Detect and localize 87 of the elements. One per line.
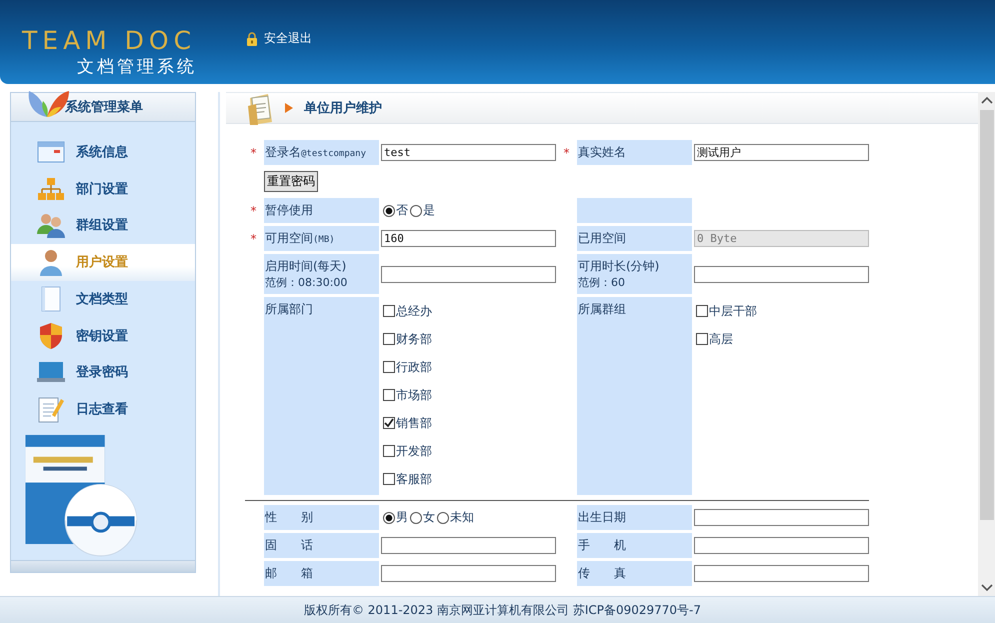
field-label: 手 机 <box>578 537 627 554</box>
menu-item[interactable]: 部门设置 <box>11 170 195 208</box>
field-label: 传 真 <box>578 565 627 582</box>
reset-password-button[interactable]: 重置密码 <box>264 171 318 192</box>
option-label: 未知 <box>450 509 474 526</box>
input-field[interactable] <box>694 565 869 582</box>
logo-text: TEAM DOC <box>22 28 196 54</box>
menu-item[interactable]: 登录密码 <box>11 354 195 391</box>
field-label: 已用空间 <box>578 230 627 247</box>
field-label: 可用空间(MB) <box>265 230 336 247</box>
option-label: 总经办 <box>396 302 432 320</box>
menu-item[interactable]: 密钥设置 <box>11 317 195 354</box>
input-field[interactable] <box>694 266 869 282</box>
field-label: 暂停使用 <box>265 202 314 219</box>
checkbox[interactable] <box>383 417 395 429</box>
scroll-down-icon[interactable] <box>980 584 992 592</box>
radio-button[interactable] <box>383 512 395 524</box>
person-icon <box>38 248 64 276</box>
field-label: 登录名@testcompany <box>265 144 368 161</box>
checkbox[interactable] <box>383 305 395 317</box>
checkbox[interactable] <box>383 361 395 373</box>
radio-button[interactable] <box>410 204 422 216</box>
checkbox[interactable] <box>383 389 395 401</box>
people-icon <box>36 212 66 238</box>
option-label: 销售部 <box>396 414 432 432</box>
option-label: 中层干部 <box>709 302 757 320</box>
input-field[interactable] <box>381 565 556 582</box>
menu-item[interactable]: 日志查看 <box>11 390 195 428</box>
triangle-icon <box>285 103 293 113</box>
required-mark: * <box>250 146 256 160</box>
field-hint: 范例：60 <box>578 275 626 290</box>
field-hint: 范例：08:30:00 <box>265 275 348 290</box>
option-label: 高层 <box>709 330 733 348</box>
app-subtitle: 文档管理系统 <box>77 56 198 78</box>
menu-item[interactable]: 文档类型 <box>11 280 195 318</box>
field-label: 邮 箱 <box>265 565 314 582</box>
menu-item[interactable]: 群组设置 <box>11 207 195 244</box>
option-label: 是 <box>423 202 435 219</box>
document-icon <box>40 286 62 312</box>
field-label: 出生日期 <box>578 509 627 526</box>
menu-title: 系统管理菜单 <box>65 98 143 116</box>
checkbox[interactable] <box>696 333 708 345</box>
scrollbar[interactable] <box>978 92 995 596</box>
shield-icon <box>38 322 64 350</box>
field-label: 真实姓名 <box>578 144 627 161</box>
scroll-up-icon[interactable] <box>980 96 992 104</box>
field-label: 所属部门 <box>265 301 314 318</box>
input-field[interactable]: 测试用户 <box>694 144 869 161</box>
radio-button[interactable] <box>383 204 395 216</box>
field-label: 固 话 <box>265 537 314 554</box>
checkbox[interactable] <box>383 445 395 457</box>
required-mark: * <box>564 146 570 160</box>
input-field[interactable] <box>694 537 869 554</box>
radio-button[interactable] <box>437 512 449 524</box>
field-label: 可用时长(分钟) <box>578 258 660 275</box>
input-field[interactable]: 160 <box>381 230 556 247</box>
field-label: 所属群组 <box>578 301 627 318</box>
laptop-icon <box>37 361 65 384</box>
checkbox[interactable] <box>383 473 395 485</box>
required-mark: * <box>250 232 256 246</box>
option-label: 男 <box>396 509 408 526</box>
option-label: 行政部 <box>396 358 432 376</box>
option-label: 客服部 <box>396 470 432 488</box>
input-field[interactable] <box>381 537 556 554</box>
scroll-thumb[interactable] <box>980 110 994 520</box>
option-label: 开发部 <box>396 442 432 460</box>
field-label: 启用时间(每天) <box>265 258 348 275</box>
required-mark: * <box>250 204 256 218</box>
option-label: 女 <box>423 509 435 526</box>
notepad-pencil-icon <box>38 394 64 423</box>
option-label: 市场部 <box>396 386 432 404</box>
input-field[interactable] <box>694 509 869 526</box>
logout-link[interactable]: 安全退出 <box>246 30 312 47</box>
checkbox[interactable] <box>696 305 708 317</box>
page-title: 单位用户维护 <box>304 100 382 117</box>
menu-item[interactable]: 系统信息 <box>11 134 195 170</box>
window-icon <box>37 140 65 164</box>
copyright-text: 版权所有© 2011-2023 南京网亚计算机有限公司 苏ICP备09029770号-7 <box>304 602 702 618</box>
input-field[interactable] <box>381 266 556 282</box>
option-label: 否 <box>396 202 408 219</box>
option-label: 财务部 <box>396 330 432 348</box>
input-field[interactable]: test <box>381 144 556 161</box>
org-chart-icon <box>37 176 65 201</box>
checkbox[interactable] <box>383 333 395 345</box>
lock-icon <box>246 32 258 46</box>
radio-button[interactable] <box>410 512 422 524</box>
field-label: 性 别 <box>265 509 314 526</box>
